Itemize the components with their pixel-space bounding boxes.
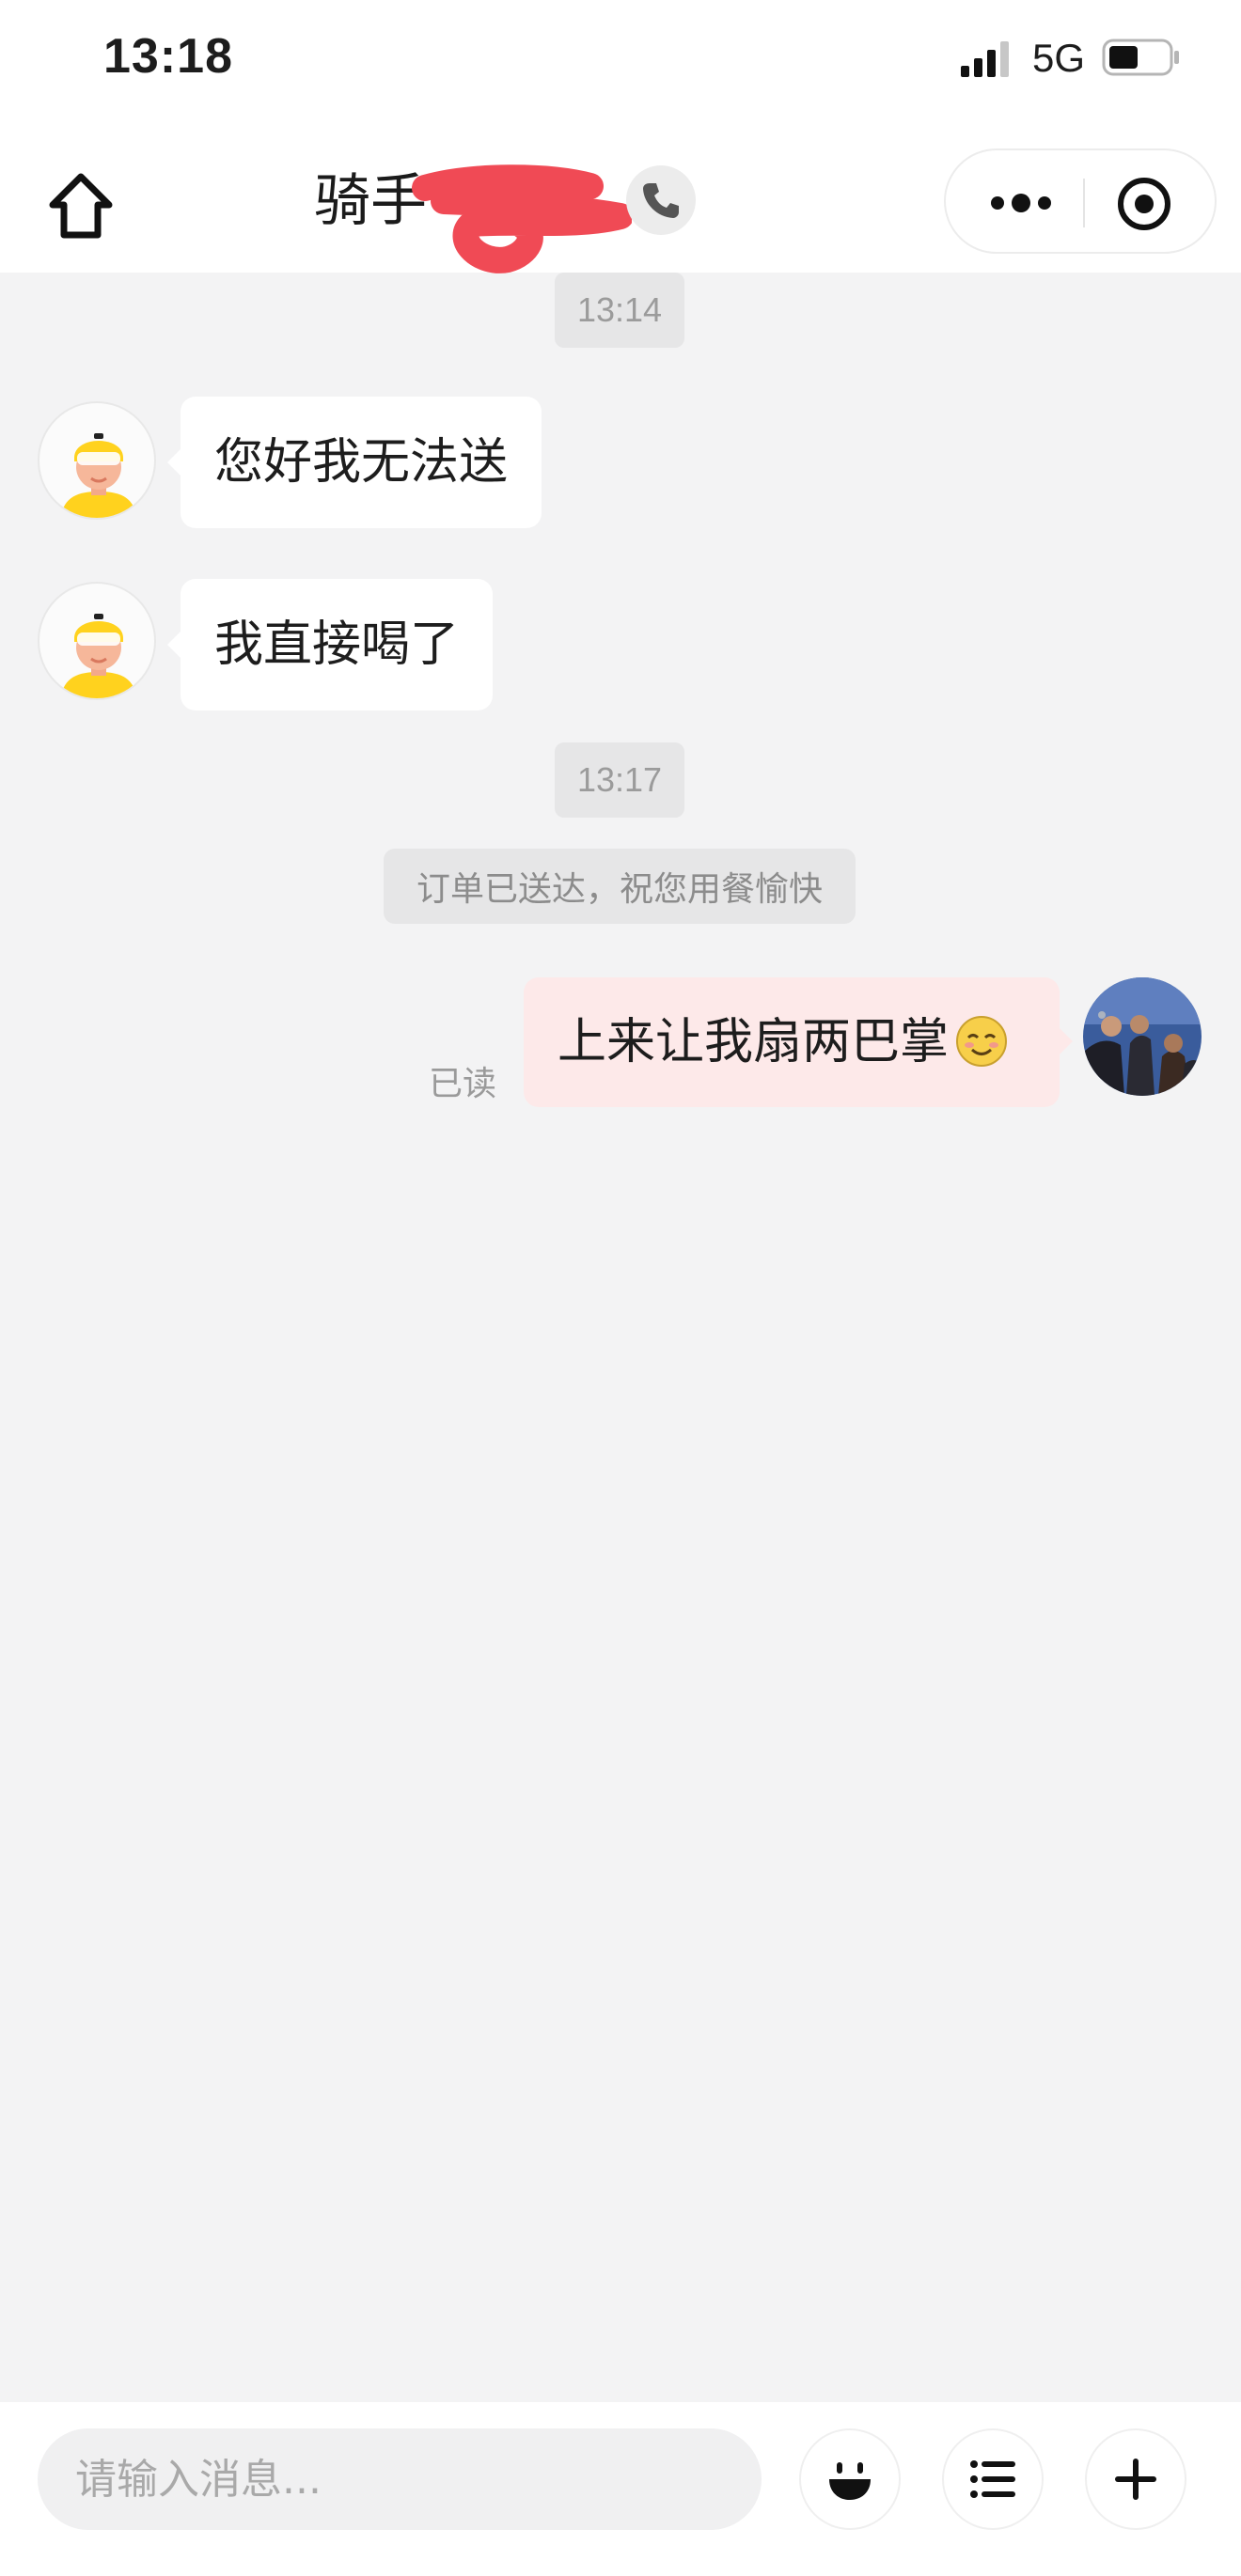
rider-avatar-icon bbox=[60, 433, 137, 518]
close-button[interactable] bbox=[1111, 171, 1177, 237]
status-time: 13:18 bbox=[103, 29, 233, 84]
call-button[interactable] bbox=[626, 165, 696, 235]
sent-message-text: 上来让我扇两巴掌 bbox=[558, 1014, 950, 1070]
received-message[interactable]: 我直接喝了 bbox=[166, 579, 494, 710]
redaction-scribble bbox=[412, 164, 632, 273]
rider-avatar-icon bbox=[60, 614, 137, 698]
received-message[interactable]: 您好我无法送 bbox=[166, 397, 542, 528]
signal-icon bbox=[961, 41, 1009, 77]
blush-smile-emoji-icon bbox=[956, 1016, 1008, 1067]
more-button[interactable] bbox=[974, 173, 1068, 233]
nav-bar: 骑手 bbox=[0, 132, 1241, 273]
sent-message[interactable]: 上来让我扇两巴掌 bbox=[524, 977, 1073, 1107]
home-button[interactable] bbox=[41, 167, 120, 246]
timestamp-chip: 13:14 bbox=[555, 273, 684, 348]
target-circle-icon bbox=[1118, 178, 1170, 230]
capsule-divider bbox=[1083, 179, 1085, 227]
network-label: 5G bbox=[1032, 36, 1086, 80]
home-icon bbox=[49, 173, 113, 239]
add-button[interactable] bbox=[1085, 2428, 1186, 2530]
status-bar: 13:18 5G bbox=[0, 0, 1241, 132]
timestamp-chip: 13:17 bbox=[555, 742, 684, 818]
message-input[interactable] bbox=[38, 2428, 762, 2530]
battery-icon bbox=[1102, 39, 1179, 76]
rider-avatar[interactable] bbox=[38, 401, 156, 520]
quick-menu-button[interactable] bbox=[942, 2428, 1044, 2530]
more-dots-icon bbox=[991, 194, 1051, 212]
phone-icon bbox=[643, 183, 679, 218]
mini-program-capsule bbox=[944, 148, 1217, 254]
read-status: 已读 bbox=[429, 1065, 497, 1103]
input-bar bbox=[0, 2402, 1241, 2576]
rider-avatar[interactable] bbox=[38, 582, 156, 700]
my-avatar[interactable] bbox=[1083, 977, 1202, 1096]
list-icon bbox=[970, 2460, 1015, 2498]
my-avatar-photo bbox=[1083, 977, 1202, 1096]
plus-icon bbox=[1115, 2459, 1156, 2500]
system-notice: 订单已送达，祝您用餐愉快 bbox=[384, 849, 856, 924]
smile-icon bbox=[829, 2462, 871, 2500]
emoji-button[interactable] bbox=[799, 2428, 901, 2530]
